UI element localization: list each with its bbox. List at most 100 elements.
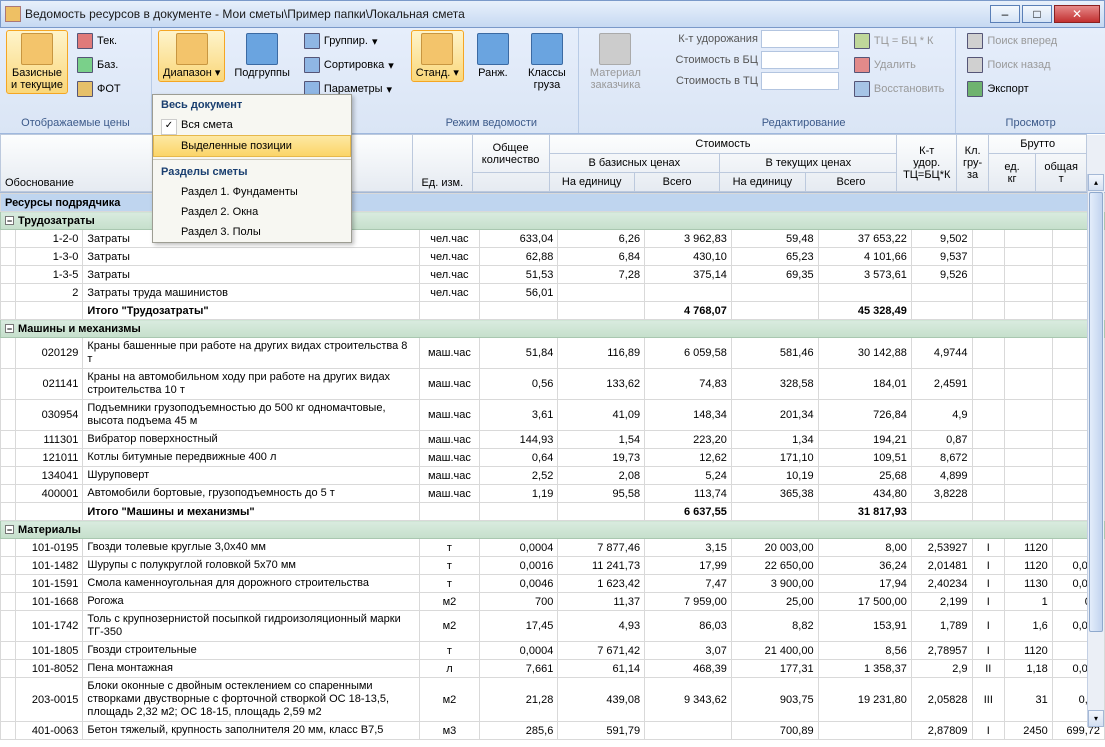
minimize-button[interactable]: – <box>990 5 1020 23</box>
tc-formula-button: ТЦ = БЦ * К <box>849 30 949 52</box>
table-row[interactable]: 401-0063 Бетон тяжелый, крупность заполн… <box>1 722 1105 740</box>
table-row[interactable]: 203-0015 Блоки оконные с двойным остекле… <box>1 678 1105 722</box>
vertical-scrollbar[interactable]: ▴ ▾ <box>1087 174 1104 727</box>
export-label: Экспорт <box>987 83 1028 95</box>
restore-label: Восстановить <box>874 83 944 95</box>
header-klg[interactable]: Кл.гру-за <box>957 135 989 192</box>
mode-standard-label: Станд. <box>416 67 451 79</box>
table-row[interactable]: 101-8052 Пена монтажная л 7,661 61,14 46… <box>1 660 1105 678</box>
maximize-button[interactable]: □ <box>1022 5 1052 23</box>
expander-icon[interactable]: − <box>5 216 14 225</box>
window-title: Ведомость ресурсов в документе - Мои сме… <box>25 7 988 21</box>
prices-basic-current-button[interactable]: Базисныеи текущие <box>6 30 68 94</box>
prices-fot-label: ФОТ <box>97 83 121 95</box>
section-machines[interactable]: −Машины и механизмы <box>1 320 1105 338</box>
table-row[interactable]: 101-1805 Гвозди строительные т 0,0004 7 … <box>1 642 1105 660</box>
table-row[interactable]: 101-1482 Шурупы с полукруглой головкой 5… <box>1 557 1105 575</box>
dropdown-header-sections: Разделы сметы <box>153 162 351 182</box>
table-row[interactable]: 101-1742 Толь с крупнозернистой посыпкой… <box>1 611 1105 642</box>
stc-input[interactable] <box>761 72 839 90</box>
prices-group-title: Отображаемые цены <box>6 115 145 131</box>
close-button[interactable]: ✕ <box>1054 5 1100 23</box>
subgroups-label: Подгруппы <box>234 67 290 79</box>
table-row[interactable]: 400001 Автомобили бортовые, грузоподъемн… <box>1 485 1105 503</box>
sort-button[interactable]: Сортировка ▾ <box>299 54 399 76</box>
header-cost[interactable]: Стоимость <box>549 135 897 154</box>
dropdown-item-all-estimate[interactable]: Вся смета <box>153 115 351 135</box>
dropdown-item-section-1[interactable]: Раздел 1. Фундаменты <box>153 182 351 202</box>
resource-grid[interactable]: Ресурсы подрядчика−Трудозатраты 1-2-0 За… <box>0 193 1105 747</box>
table-row[interactable]: 030954 Подъемники грузоподъемностью до 5… <box>1 400 1105 431</box>
search-back-label: Поиск назад <box>987 59 1050 71</box>
table-row[interactable]: 2 Затраты труда машинистов чел.час 56,01 <box>1 284 1105 302</box>
header-cur-prices[interactable]: В текущих ценах <box>720 154 897 173</box>
dropdown-header-all: Весь документ <box>153 95 351 115</box>
tc-formula-label: ТЦ = БЦ * К <box>874 35 934 47</box>
mode-classes-label: Классыгруза <box>528 67 566 91</box>
range-button[interactable]: Диапазон ▾ <box>158 30 225 82</box>
header-base-prices[interactable]: В базисных ценах <box>549 154 720 173</box>
table-row[interactable]: 101-1668 Рогожа м2 700 11,37 7 959,00 25… <box>1 593 1105 611</box>
table-row[interactable]: 101-0195 Гвозди толевые круглые 3,0х40 м… <box>1 539 1105 557</box>
export-button[interactable]: Экспорт <box>962 78 1062 100</box>
group-label: Группир. <box>324 35 368 47</box>
prices-basic-label: Баз. <box>97 59 118 71</box>
customer-material-button[interactable]: Материалзаказчика <box>585 30 646 94</box>
kud-label: К-т удорожания <box>658 33 758 45</box>
header-cur-unit[interactable]: На единицу <box>720 173 805 192</box>
prices-basic-current-label: Базисныеи текущие <box>11 67 63 91</box>
table-row[interactable]: 1-3-0 Затраты чел.час 62,88 6,84 430,10 … <box>1 248 1105 266</box>
delete-label: Удалить <box>874 59 916 71</box>
header-btt[interactable]: общаят <box>1036 154 1087 192</box>
prices-current-label: Тек. <box>97 35 117 47</box>
delete-button: Удалить <box>849 54 949 76</box>
table-row[interactable]: 134041 Шуруповерт маш.час 2,52 2,08 5,24… <box>1 467 1105 485</box>
mode-classes-button[interactable]: Классыгруза <box>522 30 572 94</box>
customer-material-label: Материалзаказчика <box>590 67 641 91</box>
header-base-unit[interactable]: На единицу <box>549 173 634 192</box>
range-dropdown: Весь документ Вся смета Выделенные позиц… <box>152 94 352 243</box>
scroll-up-button[interactable]: ▴ <box>1088 174 1104 191</box>
prices-current-button[interactable]: Тек. <box>72 30 126 52</box>
search-back-button: Поиск назад <box>962 54 1062 76</box>
sbc-label: Стоимость в БЦ <box>658 54 758 66</box>
header-bed[interactable]: ед.кг <box>989 154 1036 192</box>
expander-icon[interactable]: − <box>5 525 14 534</box>
header-unit[interactable]: Ед. изм. <box>412 135 472 192</box>
table-row[interactable]: 111301 Вибратор поверхностный маш.час 14… <box>1 431 1105 449</box>
header-cur-total[interactable]: Всего <box>805 173 897 192</box>
restore-button: Восстановить <box>849 78 949 100</box>
header-qty[interactable]: Общееколичество <box>472 135 549 173</box>
sbc-input[interactable] <box>761 51 839 69</box>
scroll-down-button[interactable]: ▾ <box>1088 710 1104 727</box>
header-kud[interactable]: К-тудор.ТЦ=БЦ*К <box>897 135 957 192</box>
section-materials[interactable]: −Материалы <box>1 521 1105 539</box>
header-brutto[interactable]: Брутто <box>989 135 1087 154</box>
dropdown-item-section-2[interactable]: Раздел 2. Окна <box>153 202 351 222</box>
mode-standard-button[interactable]: Станд. ▾ <box>411 30 464 82</box>
dropdown-item-section-3[interactable]: Раздел 3. Полы <box>153 222 351 242</box>
dropdown-item-selected-positions[interactable]: Выделенные позиции <box>153 135 351 157</box>
table-row[interactable]: 020129 Краны башенные при работе на друг… <box>1 338 1105 369</box>
header-base-total[interactable]: Всего <box>634 173 719 192</box>
mode-ranges-button[interactable]: Ранж. <box>468 30 518 82</box>
view-group-title: Просмотр <box>962 115 1099 131</box>
search-forward-button: Поиск вперед <box>962 30 1062 52</box>
search-forward-label: Поиск вперед <box>987 35 1057 47</box>
subtotal-machines: Итого "Машины и механизмы"6 637,5531 817… <box>1 503 1105 521</box>
scroll-thumb[interactable] <box>1089 192 1103 632</box>
group-button[interactable]: Группир. ▾ <box>299 30 399 52</box>
table-row[interactable]: 101-1591 Смола каменноугольная для дорож… <box>1 575 1105 593</box>
dropdown-separator <box>153 159 351 160</box>
mode-ranges-label: Ранж. <box>478 67 508 79</box>
prices-fot-button[interactable]: ФОТ <box>72 78 126 100</box>
mode-group-title: Режим ведомости <box>411 115 572 131</box>
table-row[interactable]: 1-3-5 Затраты чел.час 51,53 7,28 375,14 … <box>1 266 1105 284</box>
subgroups-button[interactable]: Подгруппы <box>229 30 295 82</box>
table-row[interactable]: 121011 Котлы битумные передвижные 400 л … <box>1 449 1105 467</box>
kud-input[interactable] <box>761 30 839 48</box>
prices-basic-button[interactable]: Баз. <box>72 54 126 76</box>
table-row[interactable]: 021141 Краны на автомобильном ходу при р… <box>1 369 1105 400</box>
expander-icon[interactable]: − <box>5 324 14 333</box>
range-label: Диапазон <box>163 67 212 79</box>
